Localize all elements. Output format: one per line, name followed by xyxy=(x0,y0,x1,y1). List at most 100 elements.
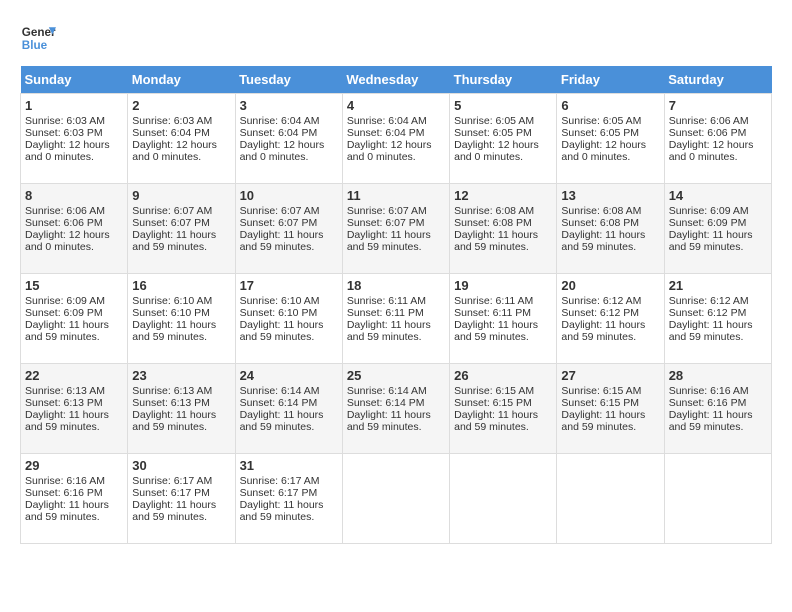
calendar-cell: 28 Sunrise: 6:16 AM Sunset: 6:16 PM Dayl… xyxy=(664,364,771,454)
daylight-label: Daylight: 11 hoursand 59 minutes. xyxy=(347,229,431,253)
weekday-header: Monday xyxy=(128,66,235,94)
daylight-label: Daylight: 11 hoursand 59 minutes. xyxy=(25,319,109,343)
sunrise-label: Sunrise: 6:17 AM xyxy=(132,475,212,487)
daylight-label: Daylight: 11 hoursand 59 minutes. xyxy=(561,409,645,433)
sunrise-label: Sunrise: 6:05 AM xyxy=(454,115,534,127)
calendar-cell: 13 Sunrise: 6:08 AM Sunset: 6:08 PM Dayl… xyxy=(557,184,664,274)
sunset-label: Sunset: 6:09 PM xyxy=(25,307,103,319)
daylight-label: Daylight: 11 hoursand 59 minutes. xyxy=(669,229,753,253)
sunset-label: Sunset: 6:14 PM xyxy=(347,397,425,409)
day-number: 20 xyxy=(561,278,659,293)
daylight-label: Daylight: 11 hoursand 59 minutes. xyxy=(132,409,216,433)
day-number: 5 xyxy=(454,98,552,113)
day-number: 21 xyxy=(669,278,767,293)
day-number: 29 xyxy=(25,458,123,473)
sunrise-label: Sunrise: 6:16 AM xyxy=(669,385,749,397)
sunset-label: Sunset: 6:10 PM xyxy=(240,307,318,319)
sunset-label: Sunset: 6:05 PM xyxy=(561,127,639,139)
sunset-label: Sunset: 6:16 PM xyxy=(25,487,103,499)
sunrise-label: Sunrise: 6:17 AM xyxy=(240,475,320,487)
sunrise-label: Sunrise: 6:15 AM xyxy=(454,385,534,397)
calendar-cell: 24 Sunrise: 6:14 AM Sunset: 6:14 PM Dayl… xyxy=(235,364,342,454)
sunrise-label: Sunrise: 6:11 AM xyxy=(347,295,426,307)
day-number: 19 xyxy=(454,278,552,293)
calendar-cell: 15 Sunrise: 6:09 AM Sunset: 6:09 PM Dayl… xyxy=(21,274,128,364)
day-number: 18 xyxy=(347,278,445,293)
sunset-label: Sunset: 6:11 PM xyxy=(347,307,424,319)
daylight-label: Daylight: 12 hoursand 0 minutes. xyxy=(561,139,646,163)
sunrise-label: Sunrise: 6:08 AM xyxy=(454,205,534,217)
sunrise-label: Sunrise: 6:03 AM xyxy=(132,115,212,127)
day-number: 30 xyxy=(132,458,230,473)
sunset-label: Sunset: 6:06 PM xyxy=(25,217,103,229)
sunrise-label: Sunrise: 6:13 AM xyxy=(25,385,105,397)
calendar-week-row: 8 Sunrise: 6:06 AM Sunset: 6:06 PM Dayli… xyxy=(21,184,772,274)
daylight-label: Daylight: 11 hoursand 59 minutes. xyxy=(561,319,645,343)
sunrise-label: Sunrise: 6:15 AM xyxy=(561,385,641,397)
logo-icon: General Blue xyxy=(20,20,56,56)
sunrise-label: Sunrise: 6:07 AM xyxy=(347,205,427,217)
day-number: 9 xyxy=(132,188,230,203)
sunset-label: Sunset: 6:08 PM xyxy=(454,217,532,229)
sunset-label: Sunset: 6:12 PM xyxy=(561,307,639,319)
day-number: 11 xyxy=(347,188,445,203)
calendar-cell: 1 Sunrise: 6:03 AM Sunset: 6:03 PM Dayli… xyxy=(21,94,128,184)
calendar-cell: 17 Sunrise: 6:10 AM Sunset: 6:10 PM Dayl… xyxy=(235,274,342,364)
sunset-label: Sunset: 6:07 PM xyxy=(132,217,210,229)
calendar-cell: 6 Sunrise: 6:05 AM Sunset: 6:05 PM Dayli… xyxy=(557,94,664,184)
calendar-cell: 4 Sunrise: 6:04 AM Sunset: 6:04 PM Dayli… xyxy=(342,94,449,184)
calendar-cell: 22 Sunrise: 6:13 AM Sunset: 6:13 PM Dayl… xyxy=(21,364,128,454)
calendar-week-row: 29 Sunrise: 6:16 AM Sunset: 6:16 PM Dayl… xyxy=(21,454,772,544)
calendar-body: 1 Sunrise: 6:03 AM Sunset: 6:03 PM Dayli… xyxy=(21,94,772,544)
daylight-label: Daylight: 11 hoursand 59 minutes. xyxy=(561,229,645,253)
daylight-label: Daylight: 11 hoursand 59 minutes. xyxy=(240,229,324,253)
day-number: 28 xyxy=(669,368,767,383)
calendar-cell: 31 Sunrise: 6:17 AM Sunset: 6:17 PM Dayl… xyxy=(235,454,342,544)
calendar-cell: 10 Sunrise: 6:07 AM Sunset: 6:07 PM Dayl… xyxy=(235,184,342,274)
calendar-cell: 19 Sunrise: 6:11 AM Sunset: 6:11 PM Dayl… xyxy=(450,274,557,364)
sunrise-label: Sunrise: 6:14 AM xyxy=(347,385,427,397)
calendar-cell: 3 Sunrise: 6:04 AM Sunset: 6:04 PM Dayli… xyxy=(235,94,342,184)
sunset-label: Sunset: 6:12 PM xyxy=(669,307,747,319)
calendar-cell: 9 Sunrise: 6:07 AM Sunset: 6:07 PM Dayli… xyxy=(128,184,235,274)
sunset-label: Sunset: 6:09 PM xyxy=(669,217,747,229)
svg-text:Blue: Blue xyxy=(22,39,48,52)
calendar-cell: 7 Sunrise: 6:06 AM Sunset: 6:06 PM Dayli… xyxy=(664,94,771,184)
day-number: 8 xyxy=(25,188,123,203)
calendar-cell: 16 Sunrise: 6:10 AM Sunset: 6:10 PM Dayl… xyxy=(128,274,235,364)
calendar-cell: 2 Sunrise: 6:03 AM Sunset: 6:04 PM Dayli… xyxy=(128,94,235,184)
sunrise-label: Sunrise: 6:11 AM xyxy=(454,295,533,307)
sunrise-label: Sunrise: 6:12 AM xyxy=(561,295,641,307)
calendar-cell: 25 Sunrise: 6:14 AM Sunset: 6:14 PM Dayl… xyxy=(342,364,449,454)
day-number: 14 xyxy=(669,188,767,203)
daylight-label: Daylight: 11 hoursand 59 minutes. xyxy=(25,499,109,523)
calendar-cell: 11 Sunrise: 6:07 AM Sunset: 6:07 PM Dayl… xyxy=(342,184,449,274)
daylight-label: Daylight: 11 hoursand 59 minutes. xyxy=(240,499,324,523)
calendar-cell: 29 Sunrise: 6:16 AM Sunset: 6:16 PM Dayl… xyxy=(21,454,128,544)
weekday-header: Tuesday xyxy=(235,66,342,94)
sunset-label: Sunset: 6:04 PM xyxy=(132,127,210,139)
daylight-label: Daylight: 11 hoursand 59 minutes. xyxy=(669,409,753,433)
day-number: 25 xyxy=(347,368,445,383)
day-number: 27 xyxy=(561,368,659,383)
sunset-label: Sunset: 6:07 PM xyxy=(240,217,318,229)
calendar-cell: 14 Sunrise: 6:09 AM Sunset: 6:09 PM Dayl… xyxy=(664,184,771,274)
sunrise-label: Sunrise: 6:10 AM xyxy=(132,295,212,307)
sunset-label: Sunset: 6:03 PM xyxy=(25,127,103,139)
daylight-label: Daylight: 11 hoursand 59 minutes. xyxy=(132,229,216,253)
sunset-label: Sunset: 6:10 PM xyxy=(132,307,210,319)
sunset-label: Sunset: 6:11 PM xyxy=(454,307,531,319)
calendar-cell: 27 Sunrise: 6:15 AM Sunset: 6:15 PM Dayl… xyxy=(557,364,664,454)
calendar-cell xyxy=(557,454,664,544)
day-number: 22 xyxy=(25,368,123,383)
calendar-cell xyxy=(342,454,449,544)
sunrise-label: Sunrise: 6:16 AM xyxy=(25,475,105,487)
daylight-label: Daylight: 11 hoursand 59 minutes. xyxy=(347,319,431,343)
calendar-cell: 12 Sunrise: 6:08 AM Sunset: 6:08 PM Dayl… xyxy=(450,184,557,274)
sunrise-label: Sunrise: 6:03 AM xyxy=(25,115,105,127)
calendar-cell: 21 Sunrise: 6:12 AM Sunset: 6:12 PM Dayl… xyxy=(664,274,771,364)
sunset-label: Sunset: 6:16 PM xyxy=(669,397,747,409)
logo: General Blue xyxy=(20,20,56,56)
day-number: 12 xyxy=(454,188,552,203)
daylight-label: Daylight: 11 hoursand 59 minutes. xyxy=(240,409,324,433)
